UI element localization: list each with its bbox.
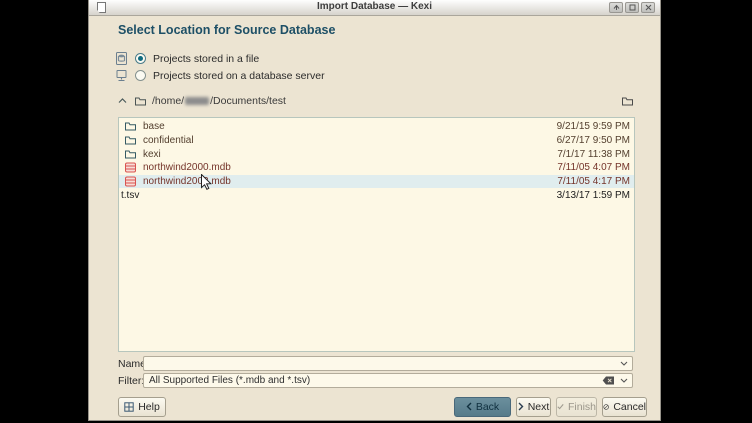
folder-icon xyxy=(125,122,138,131)
current-path[interactable]: /home//Documents/test xyxy=(152,95,286,107)
file-database-icon xyxy=(114,52,128,66)
file-modified: 7/11/05 4:07 PM xyxy=(557,162,630,173)
window-title: Import Database — Kexi xyxy=(89,1,660,12)
close-icon xyxy=(645,4,652,11)
folder-icon xyxy=(125,150,138,159)
file-name: kexi xyxy=(143,149,161,160)
chevron-up-icon xyxy=(118,98,127,104)
file-name: northwind2003.mdb xyxy=(143,176,231,187)
maximize-icon xyxy=(629,4,636,11)
file-modified: 7/1/17 11:38 PM xyxy=(557,149,630,160)
help-label: Help xyxy=(138,401,160,413)
file-name: northwind2000.mdb xyxy=(143,162,231,173)
database-file-icon xyxy=(125,176,138,187)
file-row-northwind2003[interactable]: northwind2003.mdb 7/11/05 4:17 PM xyxy=(119,175,634,189)
file-row-northwind2000[interactable]: northwind2000.mdb 7/11/05 4:07 PM xyxy=(119,161,634,175)
cancel-icon xyxy=(603,402,609,412)
chevron-right-icon xyxy=(518,402,524,411)
file-list[interactable]: base 9/21/15 9:59 PM confidential 6/27/1… xyxy=(118,117,635,352)
help-button[interactable]: Help xyxy=(118,397,166,417)
chevron-down-icon[interactable] xyxy=(620,361,628,366)
next-button[interactable]: Next xyxy=(516,397,551,417)
desktop-background: Import Database — Kexi Select Location f… xyxy=(0,0,752,423)
clear-filter-button[interactable] xyxy=(602,376,615,385)
source-type-options: Projects stored in a file Projects store… xyxy=(114,50,325,84)
filter-value: All Supported Files (*.mdb and *.tsv) xyxy=(149,375,597,386)
name-field-row: Name: xyxy=(118,356,633,371)
back-label: Back xyxy=(476,401,499,413)
mouse-cursor xyxy=(201,174,212,195)
folder-icon xyxy=(622,97,633,106)
window-maximize-button[interactable] xyxy=(625,2,639,13)
dialog-button-row: Help Back Next Finish Cancel xyxy=(118,396,647,417)
database-server-icon xyxy=(114,69,128,83)
filter-field-row: Filter: All Supported Files (*.mdb and *… xyxy=(118,373,633,388)
window-close-button[interactable] xyxy=(641,2,655,13)
current-folder-icon xyxy=(135,97,146,106)
radio-projects-in-file[interactable] xyxy=(135,53,146,64)
name-label: Name: xyxy=(118,358,143,370)
page-title: Select Location for Source Database xyxy=(118,23,335,37)
radio-projects-on-server[interactable] xyxy=(135,70,146,81)
backspace-icon xyxy=(602,376,615,385)
location-bar: /home//Documents/test xyxy=(118,93,633,109)
cancel-button[interactable]: Cancel xyxy=(602,397,647,417)
check-icon xyxy=(557,402,564,411)
filter-label: Filter: xyxy=(118,375,143,387)
window-shade-button[interactable] xyxy=(609,2,623,13)
next-label: Next xyxy=(528,401,550,413)
back-button[interactable]: Back xyxy=(454,397,511,417)
file-modified: 3/13/17 1:59 PM xyxy=(557,190,630,201)
option-server-row[interactable]: Projects stored on a database server xyxy=(114,67,325,84)
name-input[interactable] xyxy=(143,356,633,371)
file-row-kexi[interactable]: kexi 7/1/17 11:38 PM xyxy=(119,147,634,161)
file-row-confidential[interactable]: confidential 6/27/17 9:50 PM xyxy=(119,134,634,148)
file-row-base[interactable]: base 9/21/15 9:59 PM xyxy=(119,120,634,134)
filter-select[interactable]: All Supported Files (*.mdb and *.tsv) xyxy=(143,373,633,388)
title-bar[interactable]: Import Database — Kexi xyxy=(89,0,660,16)
cancel-label: Cancel xyxy=(613,401,646,413)
file-row-t-tsv[interactable]: t.tsv 3/13/17 1:59 PM xyxy=(119,188,634,202)
file-modified: 7/11/05 4:17 PM xyxy=(557,176,630,187)
file-name: base xyxy=(143,121,165,132)
go-up-button[interactable] xyxy=(118,98,127,104)
option-file-row[interactable]: Projects stored in a file xyxy=(114,50,325,67)
finish-label: Finish xyxy=(568,401,596,413)
redacted-username xyxy=(185,97,209,105)
file-name: confidential xyxy=(143,135,194,146)
option-server-label: Projects stored on a database server xyxy=(153,70,325,82)
file-modified: 9/21/15 9:59 PM xyxy=(557,121,630,132)
finish-button[interactable]: Finish xyxy=(556,397,597,417)
help-icon xyxy=(124,402,134,412)
option-file-label: Projects stored in a file xyxy=(153,53,259,65)
file-name: t.tsv xyxy=(121,190,139,201)
arrow-up-icon xyxy=(613,4,620,11)
chevron-left-icon xyxy=(466,402,472,411)
database-file-icon xyxy=(125,162,138,173)
import-database-dialog: Import Database — Kexi Select Location f… xyxy=(88,0,661,421)
chevron-down-icon[interactable] xyxy=(620,378,628,383)
file-modified: 6/27/17 9:50 PM xyxy=(557,135,630,146)
folder-icon xyxy=(125,136,138,145)
bookmark-folder-button[interactable] xyxy=(622,97,633,106)
